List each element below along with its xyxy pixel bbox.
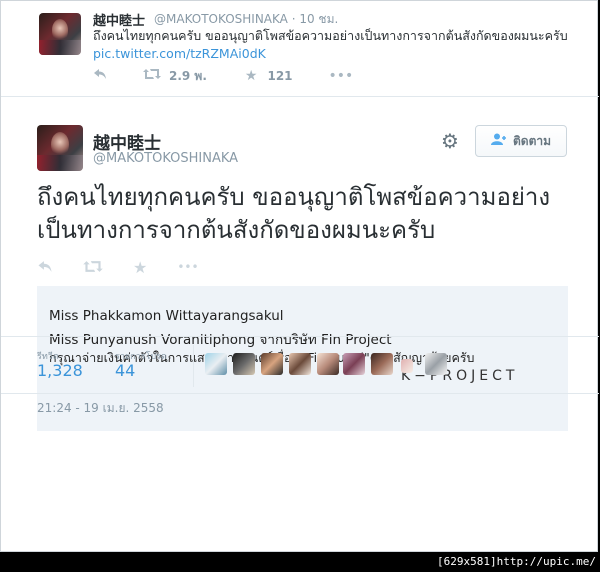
tweet-text: ถึงคนไทยทุกคนครับ ขออนุญาติโพสข้อความอย่… bbox=[37, 183, 551, 244]
more-icon[interactable]: ••• bbox=[177, 260, 198, 274]
avatar[interactable] bbox=[37, 125, 83, 171]
avatar[interactable] bbox=[205, 353, 227, 375]
avatar[interactable] bbox=[343, 353, 365, 375]
avatar[interactable] bbox=[425, 353, 447, 375]
avatar[interactable] bbox=[289, 353, 311, 375]
avatar[interactable] bbox=[371, 353, 393, 375]
retweet-count: 2.9 พ. bbox=[169, 68, 207, 83]
time-text: · 10 ชม. bbox=[291, 12, 339, 26]
follow-button[interactable]: ติดตาม bbox=[475, 125, 567, 157]
avatar[interactable] bbox=[261, 353, 283, 375]
photo-link[interactable]: pic.twitter.com/tzRZMAi0dK bbox=[93, 46, 266, 61]
divider bbox=[193, 345, 194, 387]
retweet-icon[interactable] bbox=[143, 68, 161, 84]
gear-icon[interactable]: ⚙ bbox=[441, 129, 459, 153]
tweet-author-handle[interactable]: @MAKOTOKOSHINAKA bbox=[93, 151, 238, 166]
avatar[interactable] bbox=[233, 353, 255, 375]
reply-icon[interactable] bbox=[37, 258, 53, 277]
tweet-actions: ★ ••• bbox=[37, 257, 199, 277]
top-tweet-body: ถึงคนไทยทุกคนครับ ขออนุญาติโพสข้อความอย่… bbox=[93, 28, 568, 43]
tweet-timestamp[interactable]: 21:24 - 19 เม.ย. 2558 bbox=[37, 399, 164, 418]
avatar[interactable] bbox=[39, 13, 81, 55]
avatar[interactable] bbox=[401, 359, 413, 373]
photo-text-line: Miss Phakkamon Wittayarangsakul bbox=[49, 308, 284, 324]
top-tweet[interactable]: 越中睦士 @MAKOTOKOSHINAKA · 10 ชม. ถึงคนไทยท… bbox=[1, 1, 599, 97]
image-caption: [629x581]http://upic.me/ bbox=[437, 555, 596, 568]
top-tweet-text: ถึงคนไทยทุกคนครับ ขออนุญาติโพสข้อความอย่… bbox=[93, 27, 573, 63]
add-user-icon bbox=[490, 133, 507, 149]
top-tweet-actions: 2.9 พ. ★ 121 ••• bbox=[93, 67, 353, 85]
follow-label: ติดตาม bbox=[512, 133, 552, 148]
star-icon[interactable]: ★ bbox=[133, 258, 147, 277]
star-icon[interactable]: ★ bbox=[245, 68, 258, 84]
tweet-stats: รีทวีต 1,328 รายการโปรด 44 bbox=[1, 336, 599, 394]
avatar[interactable] bbox=[317, 353, 339, 375]
retweets-count[interactable]: 1,328 bbox=[37, 361, 83, 380]
reply-icon[interactable] bbox=[93, 68, 117, 84]
retweet-icon[interactable] bbox=[83, 258, 103, 277]
favorite-count: 121 bbox=[267, 69, 293, 83]
favorites-count[interactable]: 44 bbox=[115, 361, 135, 380]
more-icon[interactable]: ••• bbox=[329, 68, 354, 84]
tweet-window: 越中睦士 @MAKOTOKOSHINAKA · 10 ชม. ถึงคนไทยท… bbox=[0, 0, 599, 552]
handle-text: @MAKOTOKOSHINAKA bbox=[154, 12, 288, 26]
